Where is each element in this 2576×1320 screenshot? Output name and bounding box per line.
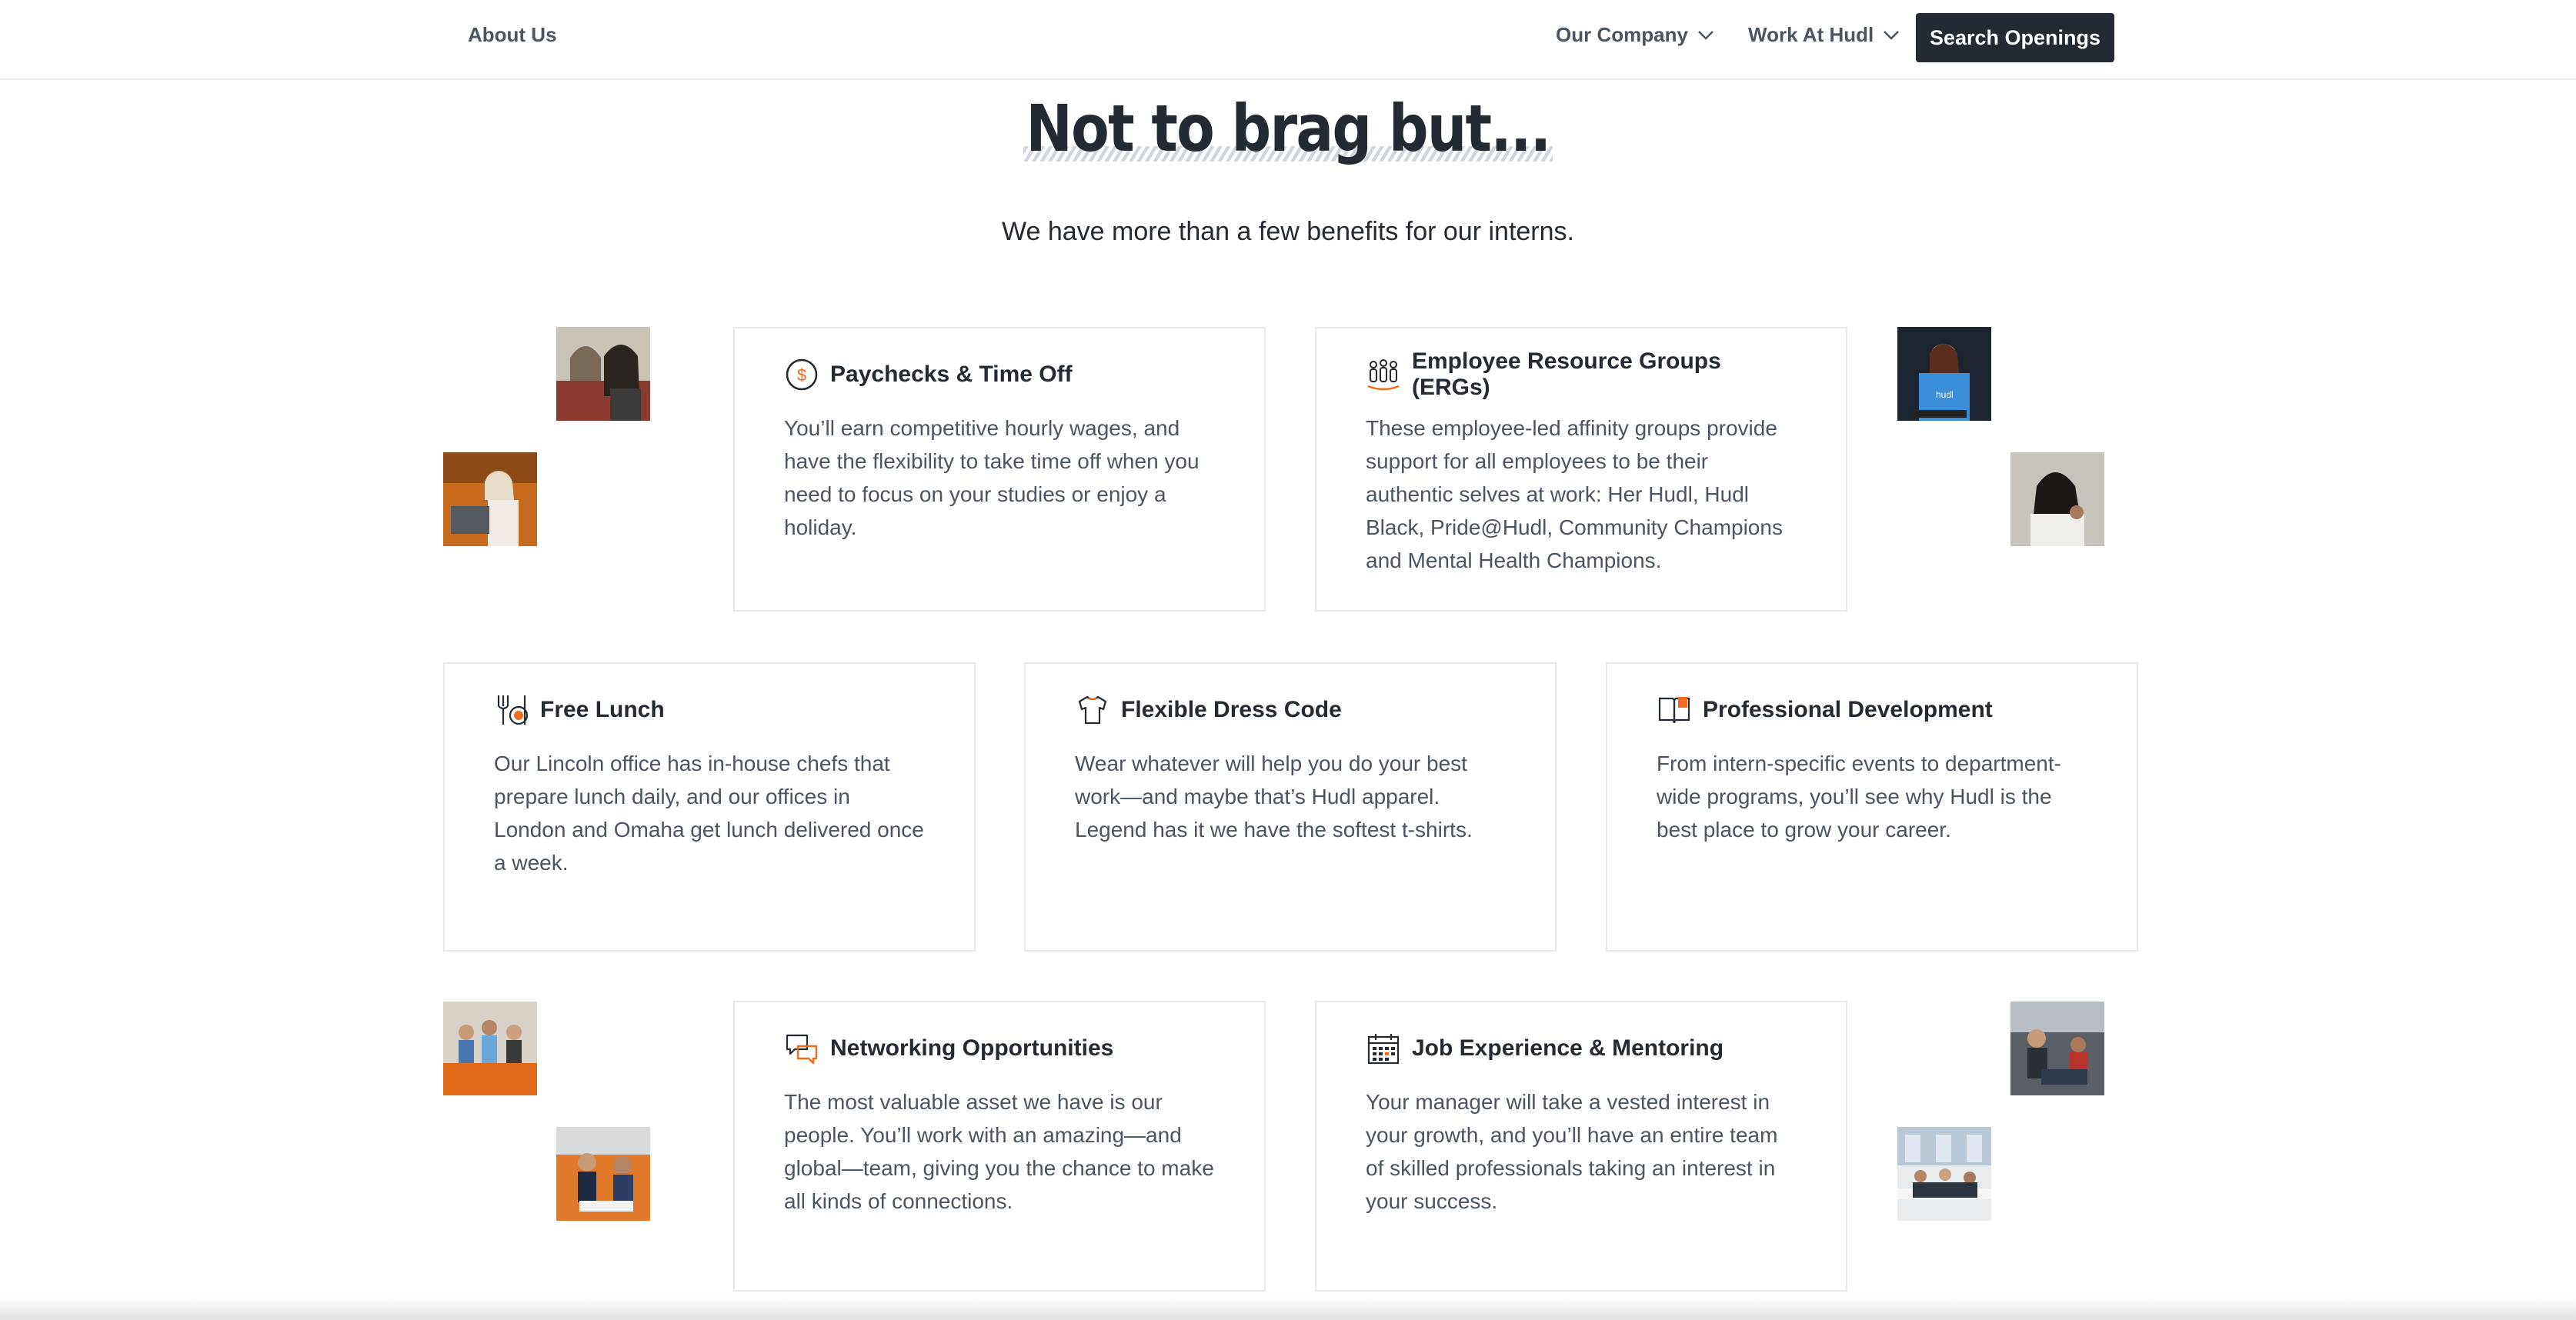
svg-text:hudl: hudl — [1936, 389, 1954, 400]
benefit-title: Flexible Dress Code — [1121, 697, 1342, 722]
svg-text:$: $ — [797, 365, 806, 385]
benefit-card-dress-code: Flexible Dress Code Wear whatever will h… — [1024, 662, 1557, 952]
page-title: Not to brag but... — [1023, 91, 1553, 166]
benefit-card-job-experience: Job Experience & Mentoring Your manager … — [1315, 1001, 1847, 1292]
benefit-card-ergs: Employee Resource Groups (ERGs) These em… — [1315, 327, 1847, 612]
search-openings-label: Search Openings — [1929, 25, 2101, 49]
benefit-title: Free Lunch — [540, 697, 665, 722]
photo-intern-smiling — [2010, 452, 2104, 546]
benefit-card-networking: Networking Opportunities The most valuab… — [733, 1001, 1266, 1292]
top-nav: About Us Our Company Work At Hudl Search… — [0, 0, 2576, 80]
benefit-description: Your manager will take a vested interest… — [1366, 1090, 1778, 1213]
hero: Not to brag but... — [0, 91, 2576, 166]
photo-office-collaboration — [556, 1127, 650, 1221]
benefit-description: These employee-led affinity groups provi… — [1366, 416, 1783, 572]
page-subtitle: We have more than a few benefits for our… — [1002, 217, 1574, 246]
search-openings-button[interactable]: Search Openings — [1916, 13, 2114, 62]
nav-about-label: About Us — [468, 23, 557, 46]
nav-our-company[interactable]: Our Company — [1556, 23, 1714, 47]
chevron-down-icon — [1884, 30, 1900, 40]
benefit-card-professional-development: Professional Development From intern-spe… — [1606, 662, 2138, 952]
benefit-description: Wear whatever will help you do your best… — [1075, 752, 1473, 842]
benefit-title: Networking Opportunities — [830, 1035, 1114, 1061]
nav-work-label: Work At Hudl — [1748, 23, 1874, 46]
t-shirt-icon — [1078, 695, 1107, 725]
benefit-card-paychecks: $ Paychecks & Time Off You’ll earn compe… — [733, 327, 1266, 612]
bottom-fade-decoration — [0, 1297, 2576, 1320]
fork-knife-icon — [497, 695, 529, 725]
chevron-down-icon — [1698, 30, 1713, 40]
benefit-title: Job Experience & Mentoring — [1412, 1035, 1724, 1061]
dollar-coin-icon: $ — [786, 358, 818, 391]
benefit-description: Our Lincoln office has in-house chefs th… — [494, 752, 924, 875]
benefit-title: Employee Resource Groups (ERGs) — [1412, 348, 1721, 400]
chat-bubbles-icon — [786, 1034, 818, 1065]
benefit-description: You’ll earn competitive hourly wages, an… — [784, 416, 1200, 539]
photo-open-office — [1897, 1127, 1991, 1221]
people-group-icon — [1367, 359, 1400, 391]
benefit-card-free-lunch: Free Lunch Our Lincoln office has in-hou… — [443, 662, 976, 952]
calendar-icon — [1367, 1034, 1400, 1065]
nav-work-at-hudl[interactable]: Work At Hudl — [1748, 23, 1900, 47]
photo-team-meeting-orange — [443, 1002, 537, 1095]
nav-about-us[interactable]: About Us — [468, 23, 557, 47]
photo-intern-laptop — [443, 452, 537, 546]
benefit-title: Paychecks & Time Off — [830, 362, 1073, 387]
book-icon — [1658, 697, 1690, 724]
benefit-description: From intern-specific events to departmen… — [1657, 752, 2061, 842]
page-title-text: Not to brag but... — [1026, 91, 1551, 166]
photo-interns-laughing — [556, 327, 650, 421]
photo-intern-hudl-shirt: hudl — [1897, 327, 1991, 421]
photo-interns-workspace — [2010, 1002, 2104, 1095]
nav-company-label: Our Company — [1556, 23, 1688, 46]
benefit-description: The most valuable asset we have is our p… — [784, 1090, 1214, 1213]
benefit-title: Professional Development — [1703, 697, 1993, 722]
